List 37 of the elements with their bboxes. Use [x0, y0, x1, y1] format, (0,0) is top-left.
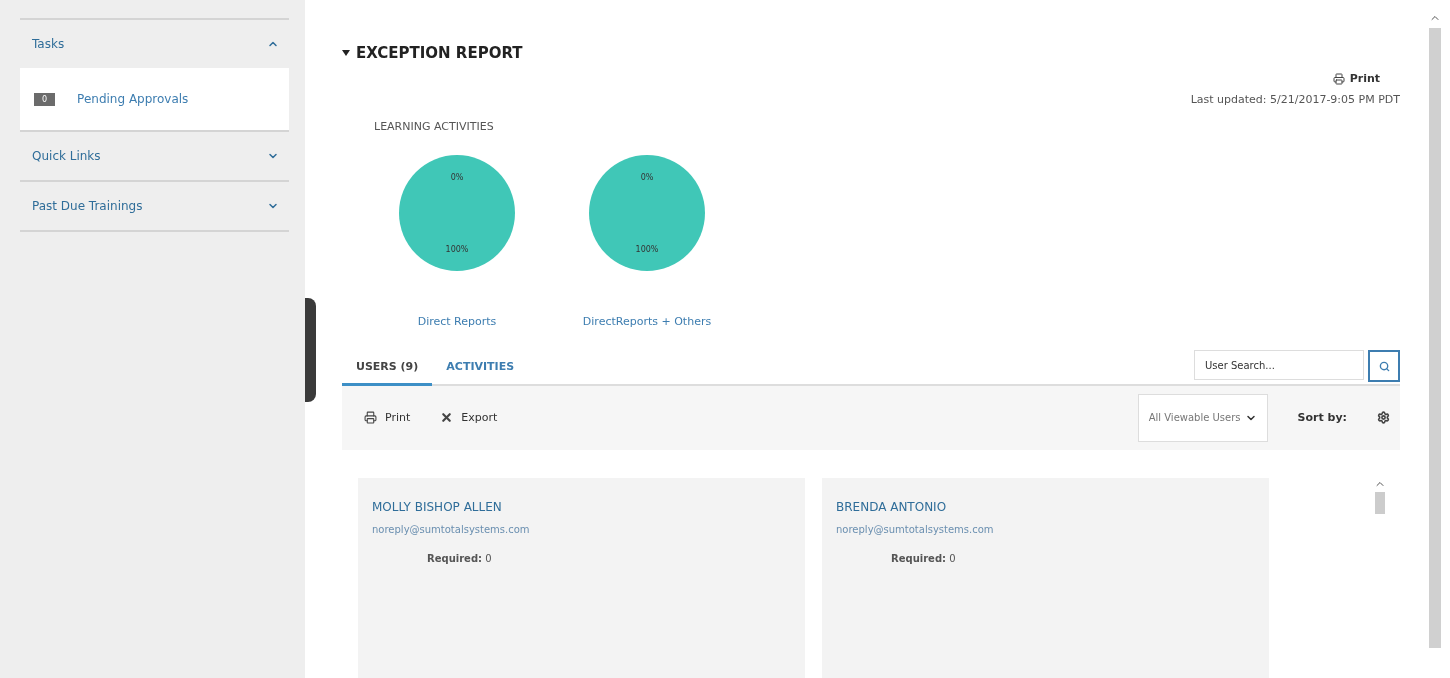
report-title: EXCEPTION REPORT	[356, 44, 523, 62]
user-search-field[interactable]: User Search...	[1194, 350, 1364, 380]
scrollbar-thumb[interactable]	[1375, 492, 1385, 514]
chart-link[interactable]: Direct Reports	[417, 315, 497, 328]
user-name[interactable]: BRENDA ANTONIO	[836, 500, 1255, 514]
print-button[interactable]: Print	[364, 411, 411, 425]
chart-link[interactable]: DirectReports + Others	[582, 315, 712, 328]
tab[interactable]: ACTIVITIES	[432, 351, 529, 386]
task-link[interactable]: Pending Approvals	[77, 92, 189, 106]
sort-label: Sort by:	[1297, 411, 1347, 425]
sort-settings-button[interactable]	[1377, 411, 1390, 425]
data-label: 100%	[635, 244, 659, 254]
printer-icon	[364, 411, 377, 425]
count-badge: 0	[34, 92, 56, 106]
sidebar-section-header[interactable]: Quick Links	[20, 130, 289, 180]
export-button[interactable]: Export	[440, 411, 498, 425]
last-updated: Last updated: 5/21/2017-9:05 PM PDT	[1190, 93, 1400, 106]
printer-icon	[1332, 72, 1345, 85]
data-label: 100%	[445, 244, 469, 254]
caret-down-icon[interactable]	[342, 50, 350, 56]
gear-icon	[1377, 411, 1390, 425]
x-icon	[440, 411, 454, 425]
required-count: Required: 0	[427, 553, 493, 564]
user-name[interactable]: MOLLY BISHOP ALLEN	[372, 500, 791, 514]
required-count: Required: 0	[891, 553, 957, 564]
sidebar-section-header[interactable]: Past Due Trainings	[20, 180, 289, 230]
user-email: noreply@sumtotalsystems.com	[836, 524, 995, 535]
section-label: LEARNING ACTIVITIES	[374, 120, 495, 133]
data-label: 0%	[450, 173, 464, 183]
user-filter-dropdown[interactable]: All Viewable Users	[1137, 393, 1268, 442]
search-icon	[1378, 360, 1390, 372]
data-label: 0%	[640, 173, 654, 183]
search-button[interactable]	[1368, 350, 1400, 382]
scrollbar-thumb[interactable]	[1429, 28, 1441, 648]
print-link[interactable]: Print	[1332, 72, 1380, 85]
user-email: noreply@sumtotalsystems.com	[372, 524, 531, 535]
collapse-handle[interactable]	[305, 298, 316, 402]
